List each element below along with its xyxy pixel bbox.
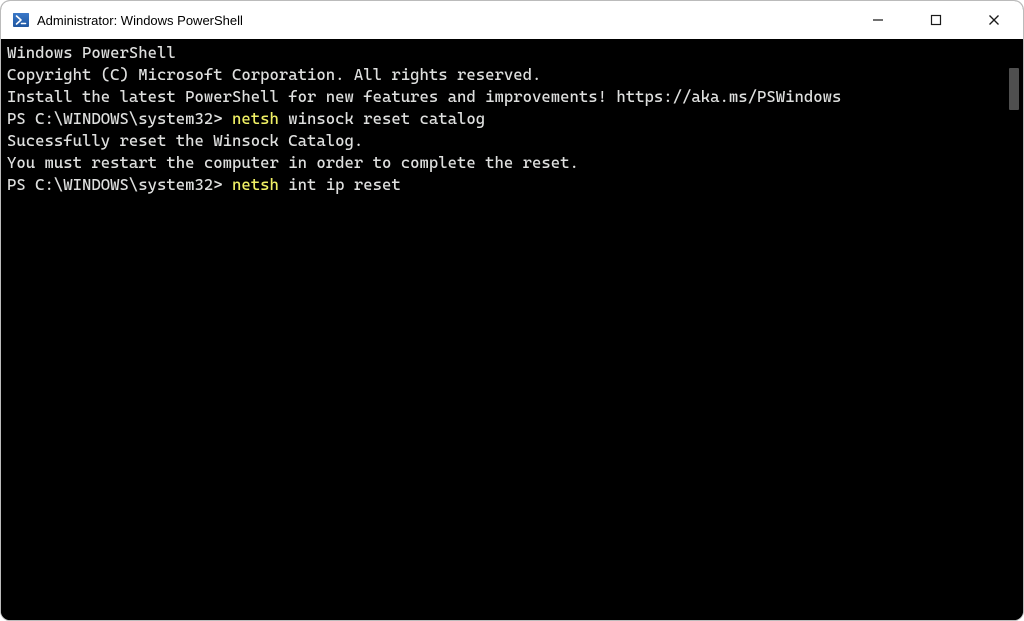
install-msg-line: Install the latest PowerShell for new fe… <box>7 86 1001 108</box>
minimize-button[interactable] <box>849 1 907 39</box>
command-head: netsh <box>232 109 279 128</box>
command-head: netsh <box>232 175 279 194</box>
window: Administrator: Windows PowerShell Window… <box>0 0 1024 621</box>
prompt-line-1: PS C:\WINDOWS\system32> netsh winsock re… <box>7 108 1001 130</box>
prompt-text: PS C:\WINDOWS\system32> <box>7 109 232 128</box>
prompt-text: PS C:\WINDOWS\system32> <box>7 175 232 194</box>
window-controls <box>849 1 1023 39</box>
terminal-area: Windows PowerShellCopyright (C) Microsof… <box>1 39 1023 620</box>
window-title: Administrator: Windows PowerShell <box>37 13 849 28</box>
result-line: Sucessfully reset the Winsock Catalog. <box>7 130 1001 152</box>
banner-line: Windows PowerShell <box>7 42 1001 64</box>
copyright-line: Copyright (C) Microsoft Corporation. All… <box>7 64 1001 86</box>
vertical-scrollbar[interactable] <box>1007 40 1023 620</box>
terminal-output[interactable]: Windows PowerShellCopyright (C) Microsof… <box>1 40 1007 620</box>
close-button[interactable] <box>965 1 1023 39</box>
powershell-icon <box>13 12 29 28</box>
command-rest: winsock reset catalog <box>279 109 485 128</box>
titlebar[interactable]: Administrator: Windows PowerShell <box>1 1 1023 39</box>
maximize-button[interactable] <box>907 1 965 39</box>
scrollbar-thumb[interactable] <box>1009 68 1019 110</box>
result-line: You must restart the computer in order t… <box>7 152 1001 174</box>
prompt-line-2: PS C:\WINDOWS\system32> netsh int ip res… <box>7 174 1001 196</box>
command-rest: int ip reset <box>279 175 401 194</box>
